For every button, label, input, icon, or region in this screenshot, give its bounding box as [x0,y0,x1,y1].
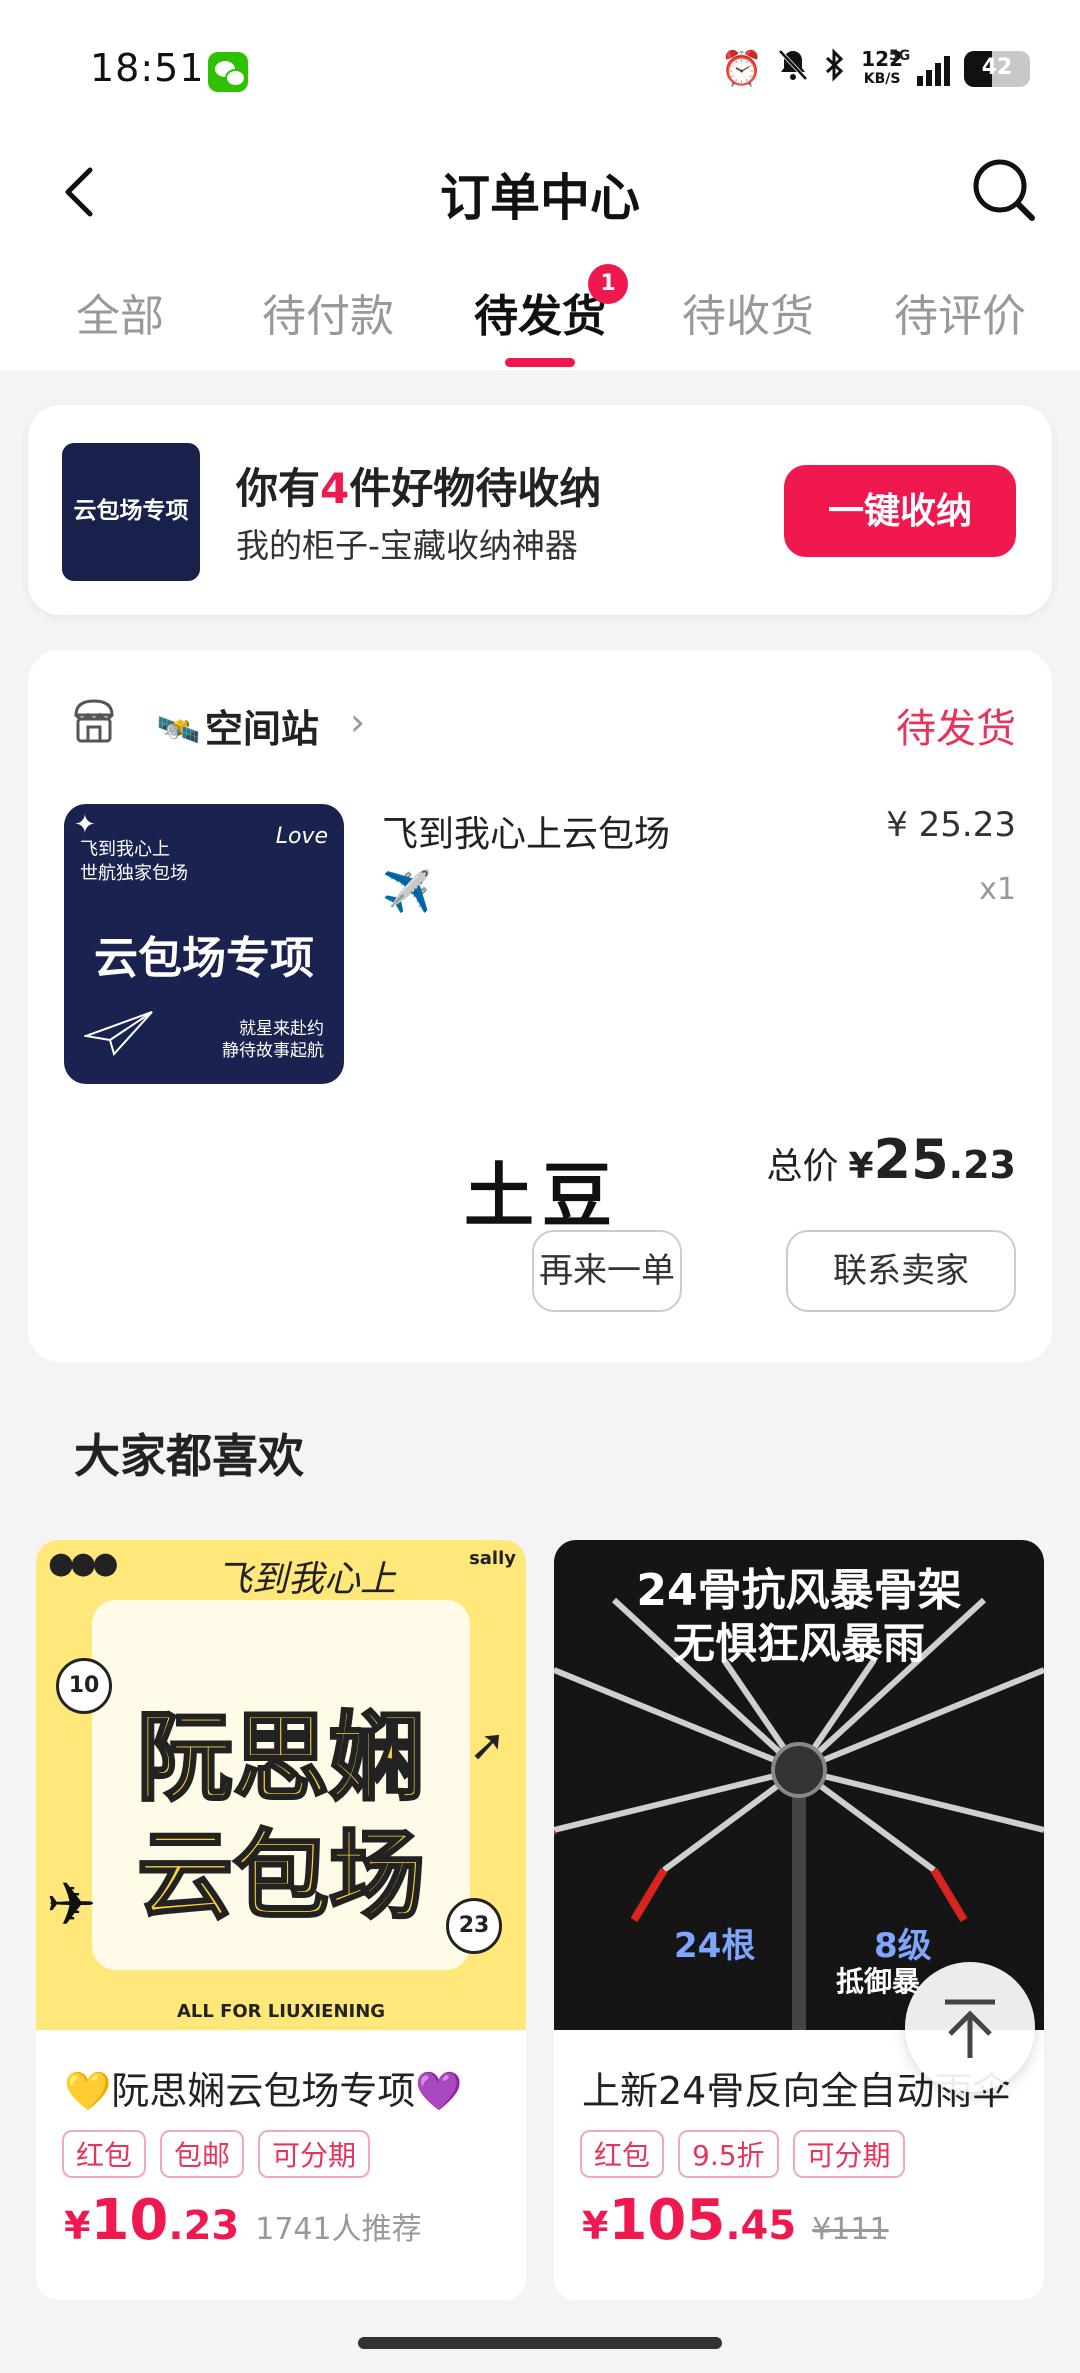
alarm-icon: ⏰ [720,49,764,89]
tag-free-shipping: 包邮 [160,2130,245,2178]
product-price: ¥105.45 ¥111 [582,2188,889,2253]
product-card[interactable]: 24骨抗风暴骨架 无惧狂风暴雨 24根 8级 抵御暴 上新24骨反向全自动雨伞 … [554,1540,1044,2300]
app-header: 订单中心 [0,130,1080,250]
back-to-top-icon[interactable] [905,1962,1035,2092]
airplane-icon: ✈️ [382,869,432,915]
product-tags: 红包 包邮 可分期 [62,2130,371,2178]
product-card[interactable]: ●●● sally 飞到我心上 10 阮思娴 云包场 ➚ ✈ 23 ALL FO… [36,1540,526,2300]
tag-installment: 可分期 [792,2130,905,2178]
tab-pending-receipt[interactable]: 待收货 [668,280,828,344]
item-name[interactable]: 飞到我心上云包场 [382,805,670,857]
status-bar: 18:51 ⏰ 122 KB/S 5G 42 [0,0,1080,130]
promo-title: 你有4件好物待收纳 [236,464,602,513]
tab-pending-payment[interactable]: 待付款 [248,280,408,344]
item-quantity: x1 [979,872,1016,907]
promo-thumbnail: 云包场专项 [62,443,200,581]
bluetooth-icon [823,47,847,91]
product-name: 💛阮思娴云包场专项💜 [64,2069,463,2113]
handwritten-annotation: 土豆 [464,1154,620,1237]
tab-pending-review[interactable]: 待评价 [880,280,1040,344]
product-image: ●●● sally 飞到我心上 10 阮思娴 云包场 ➚ ✈ 23 ALL FO… [36,1540,526,2030]
tab-badge: 1 [588,264,628,304]
shop-icon [74,699,114,743]
status-icons: ⏰ 122 KB/S 5G 42 [721,44,1030,94]
storage-promo-card[interactable]: 云包场专项 你有4件好物待收纳 我的柜子-宝藏收纳神器 一键收纳 [28,405,1052,615]
tag-red-packet: 红包 [62,2130,147,2178]
recommend-title: 大家都喜欢 [74,1429,304,1483]
thumb-bottom-text: 就星来赴约 静待故事起航 [222,1019,324,1061]
chevron-right-icon[interactable]: › [350,700,365,744]
product-price: ¥10.23 1741人推荐 [64,2188,422,2253]
product-image: 24骨抗风暴骨架 无惧狂风暴雨 24根 8级 抵御暴 [554,1540,1044,2030]
mute-icon [777,48,809,91]
one-click-store-button[interactable]: 一键收纳 [784,465,1016,557]
thumb-top-text: 飞到我心上 世航独家包场 [80,839,188,884]
tab-indicator [505,358,575,367]
status-time: 18:51 [90,46,205,90]
wechat-icon [208,52,248,92]
tag-discount: 9.5折 [678,2130,779,2178]
tag-red-packet: 红包 [580,2130,665,2178]
search-icon[interactable] [968,154,1040,226]
order-status: 待发货 [896,706,1016,752]
page-title: 订单中心 [440,169,640,227]
order-card: 🛰️ 空间站 › 待发货 ✦ Love 飞到我心上 世航独家包场 云包场专项 就星… [28,650,1052,1362]
reorder-button[interactable]: 再来一单 [532,1230,682,1312]
item-thumbnail[interactable]: ✦ Love 飞到我心上 世航独家包场 云包场专项 就星来赴约 静待故事起航 [64,804,344,1084]
shop-name[interactable]: 🛰️ 空间站 [156,698,319,753]
tag-installment: 可分期 [258,2130,371,2178]
tab-all[interactable]: 全部 [40,280,200,344]
item-price: ¥ 25.23 [886,805,1016,845]
promo-subtitle: 我的柜子-宝藏收纳神器 [236,526,578,565]
order-total: 总价 ¥25.23 [766,1128,1016,1191]
order-tabs: 全部 待付款 待发货 待收货 待评价 [0,250,1080,370]
battery-icon: 42 [964,51,1030,87]
product-tags: 红包 9.5折 可分期 [580,2130,905,2178]
home-indicator[interactable] [358,2337,722,2349]
signal-icon: 5G [889,48,950,86]
contact-seller-button[interactable]: 联系卖家 [786,1230,1016,1312]
